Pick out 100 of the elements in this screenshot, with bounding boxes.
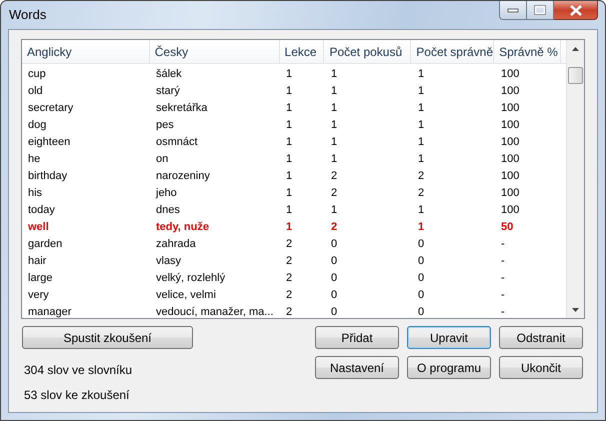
column-header[interactable]: Počet pokusů bbox=[324, 40, 412, 63]
table-cell-text: eighteen bbox=[27, 136, 72, 148]
window-title: Words bbox=[9, 7, 46, 22]
table-cell-text: 100 bbox=[500, 186, 520, 198]
table-cell-text: 50 bbox=[500, 220, 514, 232]
minimize-button[interactable] bbox=[499, 1, 527, 20]
column-header[interactable]: Lekce bbox=[280, 40, 324, 63]
table-cell-text: he bbox=[27, 152, 42, 164]
table-cell-text: jeho bbox=[154, 186, 178, 198]
table-cell-text: 0 bbox=[330, 288, 338, 300]
table-cell-text: 1 bbox=[285, 220, 294, 232]
table-cell-text: 1 bbox=[285, 118, 294, 130]
table-cell-text: hair bbox=[27, 254, 48, 266]
start-test-button[interactable]: Spustit zkoušení bbox=[22, 326, 193, 349]
close-button[interactable] bbox=[554, 1, 598, 20]
scrollbar[interactable] bbox=[566, 40, 584, 318]
table-cell-text: velice, velmi bbox=[155, 288, 217, 300]
table-cell-text: 1 bbox=[330, 118, 338, 130]
table-cell-text: - bbox=[500, 238, 506, 250]
table-cell-text: 0 bbox=[417, 288, 426, 300]
table-cell-text: garden bbox=[27, 238, 64, 250]
minimize-icon bbox=[507, 7, 519, 13]
table-cell-text: 1 bbox=[417, 136, 426, 148]
dialog-button[interactable]: Přidat bbox=[315, 326, 399, 349]
table-cell-text: 2 bbox=[285, 288, 294, 300]
table-cell-text: 1 bbox=[417, 118, 426, 130]
table-cell-text: 0 bbox=[417, 272, 426, 284]
table-cell-text: vedoucí, manažer, ma... bbox=[155, 306, 274, 318]
table-cell-text: 0 bbox=[417, 254, 426, 266]
table-cell-text: 1 bbox=[285, 102, 294, 114]
table-cell-text: 1 bbox=[285, 152, 294, 164]
dialog-button[interactable]: O programu bbox=[407, 356, 491, 379]
table-cell-text: manager bbox=[27, 306, 72, 318]
dialog-button[interactable]: Ukončit bbox=[499, 356, 583, 379]
table-cell-text: 0 bbox=[330, 238, 338, 250]
table-cell-text: 1 bbox=[417, 68, 426, 80]
table-cell-text: 1 bbox=[330, 68, 338, 80]
table-cell-text: 1 bbox=[330, 102, 338, 114]
dialog-button[interactable]: Nastavení bbox=[315, 356, 399, 379]
table-cell-text: šálek bbox=[155, 68, 183, 80]
status-text: 304 slov ve slovníku bbox=[24, 363, 132, 377]
table-cell-text: sekretářka bbox=[155, 102, 208, 114]
column-header[interactable]: Česky bbox=[150, 40, 280, 63]
table-cell-text: 2 bbox=[417, 186, 426, 198]
table-cell-text: 1 bbox=[285, 186, 294, 198]
table-cell-text: 1 bbox=[417, 102, 426, 114]
status-text: 53 slov ke zkoušení bbox=[24, 388, 130, 402]
table-cell-text: well bbox=[27, 220, 50, 232]
table-cell-text: very bbox=[27, 288, 50, 300]
dialog-button[interactable]: Odstranit bbox=[499, 326, 583, 349]
table-cell-text: secretary bbox=[27, 102, 74, 114]
maximize-icon bbox=[534, 5, 546, 15]
table-cell-text: 100 bbox=[500, 204, 520, 216]
table-cell-text: 0 bbox=[330, 306, 338, 318]
table-cell-text: 100 bbox=[500, 84, 520, 96]
table-cell-text: dnes bbox=[155, 204, 181, 216]
table-cell-text: zahrada bbox=[155, 238, 197, 250]
column-header[interactable]: Správně % bbox=[494, 40, 561, 63]
table-cell-text: 1 bbox=[417, 204, 426, 216]
table-cell-text: 1 bbox=[285, 136, 294, 148]
dialog-button[interactable]: Upravit bbox=[407, 326, 491, 349]
close-icon bbox=[568, 4, 582, 16]
table-cell-text: - bbox=[500, 306, 506, 318]
table-cell-text: birthday bbox=[27, 170, 68, 182]
table-cell-text: 2 bbox=[285, 254, 294, 266]
table-cell-text: 1 bbox=[285, 170, 294, 182]
table-cell-text: dog bbox=[27, 118, 48, 130]
table-cell-text: 2 bbox=[417, 170, 426, 182]
table-cell-text: 2 bbox=[285, 238, 294, 250]
table-cell-text: 1 bbox=[330, 84, 338, 96]
table-cell-text: 0 bbox=[417, 238, 426, 250]
table-cell-text: 100 bbox=[500, 170, 520, 182]
table-cell-text: pes bbox=[155, 118, 175, 130]
table-cell-text: 100 bbox=[500, 68, 520, 80]
table-cell-text: 1 bbox=[417, 152, 426, 164]
table-cell-text: - bbox=[500, 254, 506, 266]
table-cell-text: 0 bbox=[417, 306, 426, 318]
table-cell-text: 100 bbox=[500, 102, 520, 114]
table-cell-text: 2 bbox=[330, 220, 338, 232]
table-cell-text: - bbox=[500, 288, 506, 300]
table-cell-text: 100 bbox=[500, 118, 520, 130]
table-cell-text: velký, rozlehlý bbox=[155, 272, 226, 284]
column-header[interactable]: Anglicky bbox=[22, 40, 150, 63]
table-cell-text: starý bbox=[155, 84, 181, 96]
table-cell-text: 1 bbox=[330, 204, 338, 216]
table-cell-text: vlasy bbox=[155, 254, 182, 266]
table-cell-text: 1 bbox=[330, 152, 338, 164]
table-cell-text: 2 bbox=[330, 186, 338, 198]
table-cell-text: today bbox=[27, 204, 56, 216]
table-cell-text: cup bbox=[27, 68, 47, 80]
table-cell-text: 2 bbox=[330, 170, 338, 182]
table-cell-text: 100 bbox=[500, 152, 520, 164]
table-cell-text: 1 bbox=[285, 204, 294, 216]
table-cell-text: 1 bbox=[330, 136, 338, 148]
table-cell-text: narozeniny bbox=[155, 170, 211, 182]
maximize-button[interactable] bbox=[527, 1, 554, 20]
table-cell-text: 2 bbox=[285, 306, 294, 318]
column-header[interactable]: Počet správně bbox=[411, 40, 494, 63]
table-cell-text: 2 bbox=[285, 272, 294, 284]
scroll-thumb[interactable] bbox=[568, 67, 583, 84]
